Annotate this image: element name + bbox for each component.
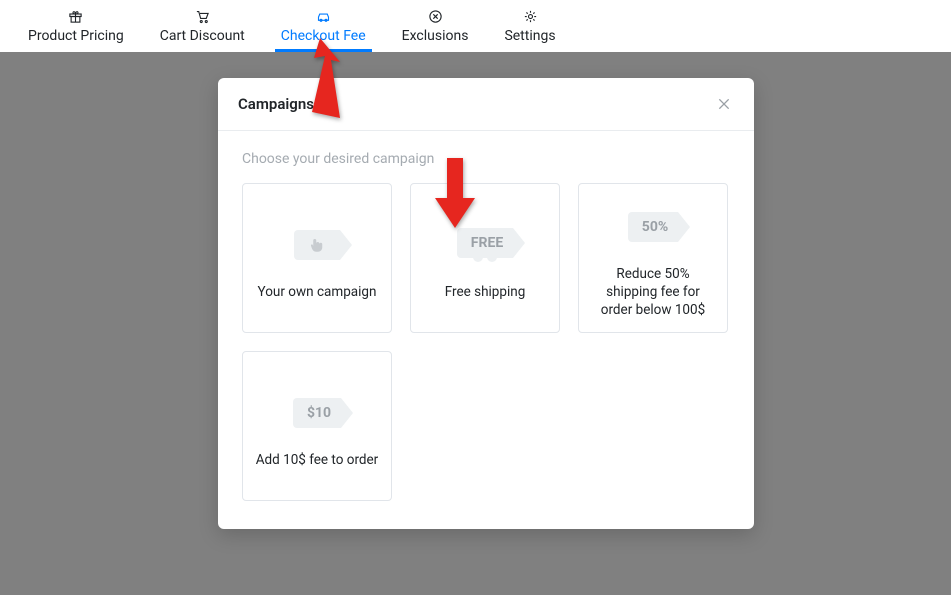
- hand-icon: [294, 230, 340, 260]
- card-badge: 50%: [628, 197, 678, 257]
- tab-label: Cart Discount: [160, 28, 245, 44]
- card-label: Reduce 50% shipping fee for order below …: [593, 265, 713, 320]
- price-badge-icon: $10: [293, 398, 341, 428]
- card-label: Add 10$ fee to order: [256, 451, 379, 469]
- tab-exclusions[interactable]: Exclusions: [384, 0, 487, 52]
- tab-cart-discount[interactable]: Cart Discount: [142, 0, 263, 52]
- gift-icon: [68, 8, 84, 24]
- gear-icon: [522, 8, 538, 24]
- campaign-card-custom[interactable]: Your own campaign: [242, 183, 392, 333]
- card-label: Free shipping: [445, 283, 526, 301]
- tab-product-pricing[interactable]: Product Pricing: [10, 0, 142, 52]
- cart-icon: [194, 8, 210, 24]
- campaigns-modal: Campaigns Choose your desired campaign Y…: [218, 78, 754, 529]
- close-button[interactable]: [714, 94, 734, 114]
- modal-subtitle: Choose your desired campaign: [242, 151, 730, 167]
- tab-label: Checkout Fee: [281, 28, 366, 44]
- modal-header: Campaigns: [218, 78, 754, 131]
- card-badge: $10: [293, 383, 341, 443]
- card-badge: [294, 215, 340, 275]
- free-badge-icon: FREE: [457, 228, 513, 258]
- campaign-grid: Your own campaign FREE Free shipping 50%…: [242, 183, 730, 501]
- tab-label: Settings: [504, 28, 555, 44]
- percent-badge-icon: 50%: [628, 212, 678, 242]
- tab-label: Product Pricing: [28, 28, 124, 44]
- campaign-card-reduce-shipping[interactable]: 50% Reduce 50% shipping fee for order be…: [578, 183, 728, 333]
- card-label: Your own campaign: [258, 283, 377, 301]
- x-circle-icon: [427, 8, 443, 24]
- tab-checkout-fee[interactable]: Checkout Fee: [263, 0, 384, 52]
- modal-body: Choose your desired campaign Your own ca…: [218, 131, 754, 529]
- card-badge: FREE: [457, 215, 513, 275]
- campaign-card-add-fee[interactable]: $10 Add 10$ fee to order: [242, 351, 392, 501]
- tab-settings[interactable]: Settings: [486, 0, 573, 52]
- modal-title: Campaigns: [238, 95, 314, 113]
- tab-label: Exclusions: [402, 28, 469, 44]
- top-tab-bar: Product Pricing Cart Discount Checkout F…: [0, 0, 951, 52]
- car-icon: [315, 8, 331, 24]
- campaign-card-free-shipping[interactable]: FREE Free shipping: [410, 183, 560, 333]
